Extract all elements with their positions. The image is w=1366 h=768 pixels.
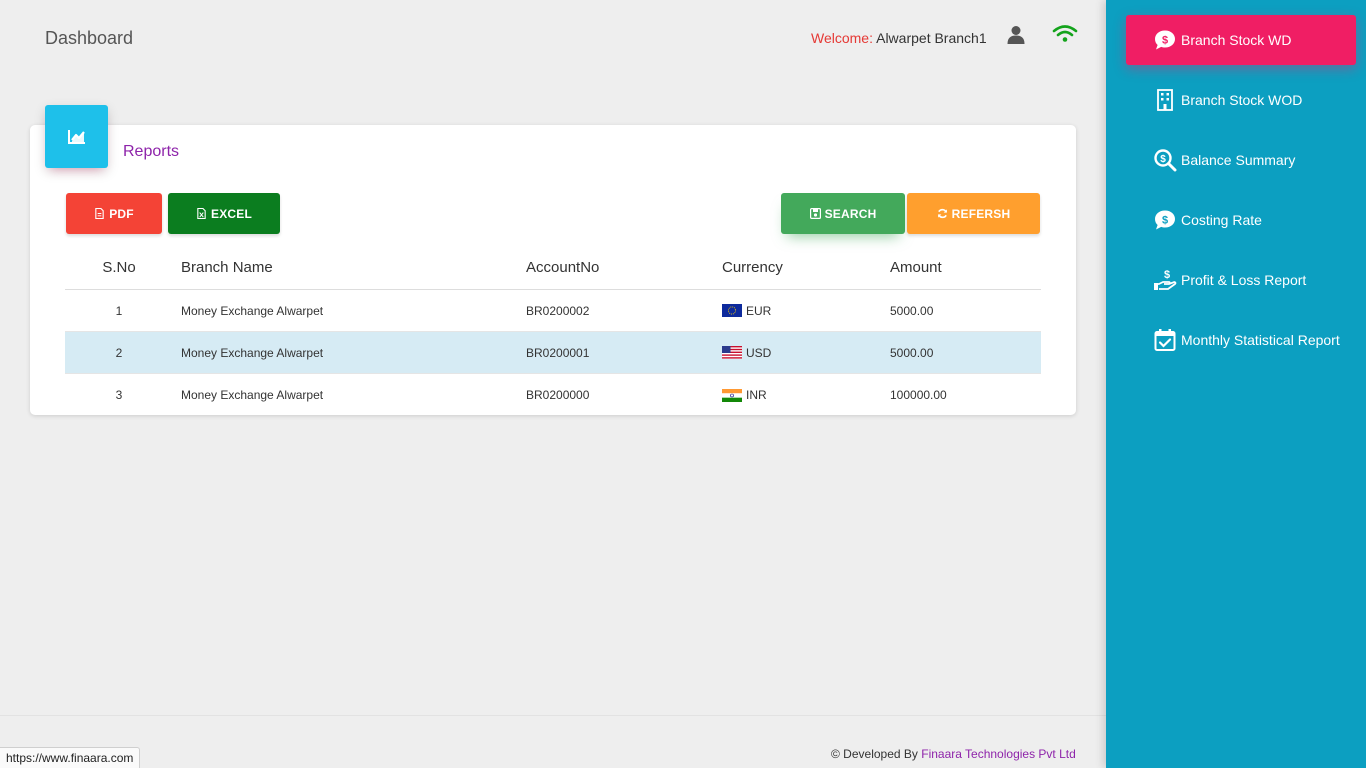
refresh-button-label: REFERSH — [951, 206, 1011, 221]
wifi-icon[interactable] — [1052, 24, 1078, 44]
sidebar-item-label: Balance Summary — [1181, 152, 1296, 168]
header-sno[interactable]: S.No — [65, 246, 173, 289]
cell-currency: EUR — [722, 290, 771, 331]
cell-branch-name: Money Exchange Alwarpet — [181, 345, 324, 360]
sidebar: $ Branch Stock WD Branch Stock WOD $ Bal… — [1106, 0, 1366, 768]
search-dollar-icon: $ — [1153, 148, 1177, 172]
svg-text:$: $ — [1160, 154, 1166, 165]
main-area: Dashboard Welcome: Alwarpet Branch1 Repo… — [0, 0, 1106, 768]
excel-button-label: EXCEL — [210, 206, 252, 221]
building-icon — [1153, 88, 1177, 112]
header-branch-name[interactable]: Branch Name — [181, 246, 273, 289]
pdf-button-label: PDF — [109, 206, 134, 221]
dollar-chat-icon: $ — [1153, 208, 1177, 232]
cell-branch-name: Money Exchange Alwarpet — [181, 303, 324, 318]
cell-currency: USD — [722, 332, 771, 373]
top-navbar: Dashboard Welcome: Alwarpet Branch1 — [0, 0, 1106, 76]
cell-currency: INR — [722, 374, 767, 416]
footer-company-link[interactable]: Finaara Technologies Pvt Ltd — [921, 747, 1076, 761]
sidebar-item-label: Branch Stock WOD — [1181, 92, 1303, 108]
welcome-text: Welcome: Alwarpet Branch1 — [811, 30, 987, 46]
sidebar-item-balance-summary[interactable]: $ Balance Summary — [1126, 135, 1356, 185]
card-title: Reports — [123, 143, 180, 160]
svg-text:$: $ — [1162, 215, 1168, 227]
search-button-label: SEARCH — [824, 206, 877, 221]
sidebar-item-monthly-statistical-report[interactable]: Monthly Statistical Report — [1126, 315, 1356, 365]
save-icon — [809, 208, 821, 219]
file-pdf-icon — [95, 208, 104, 219]
excel-button[interactable]: EXCEL — [168, 193, 280, 234]
footer-credit: © Developed By Finaara Technologies Pvt … — [831, 747, 1076, 761]
cell-branch-name: Money Exchange Alwarpet — [181, 388, 324, 402]
footer-prefix: © Developed By — [831, 747, 918, 761]
cell-amount: 100000.00 — [890, 388, 947, 402]
header-currency[interactable]: Currency — [722, 246, 783, 289]
welcome-user: Alwarpet Branch1 — [876, 30, 987, 46]
sidebar-item-label: Profit & Loss Report — [1181, 272, 1307, 288]
reports-table: S.No Branch Name AccountNo Currency Amou… — [65, 246, 1041, 416]
sidebar-item-label: Costing Rate — [1181, 212, 1262, 228]
calendar-check-icon — [1153, 328, 1177, 352]
currency-code: USD — [746, 345, 772, 360]
sidebar-item-profit-loss-report[interactable]: $ Profit & Loss Report — [1126, 255, 1356, 305]
table-row[interactable]: 3 Money Exchange Alwarpet BR0200000 INR … — [65, 374, 1041, 416]
welcome-label: Welcome: — [811, 30, 873, 46]
chart-line-icon — [45, 105, 108, 168]
svg-text:$: $ — [1162, 35, 1168, 47]
file-excel-icon — [197, 208, 206, 219]
sidebar-item-label: Monthly Statistical Report — [1181, 332, 1340, 348]
user-icon[interactable] — [1006, 25, 1026, 45]
cell-sno: 3 — [115, 388, 123, 402]
eu-flag-icon — [722, 304, 742, 317]
in-flag-icon — [722, 388, 742, 402]
svg-text:$: $ — [1164, 269, 1170, 281]
browser-status-url: https://www.finaara.com — [0, 747, 141, 768]
cell-account-no: BR0200001 — [526, 345, 590, 360]
pdf-button[interactable]: PDF — [66, 193, 162, 234]
dollar-chat-icon: $ — [1153, 28, 1177, 52]
refresh-button[interactable]: REFERSH — [907, 193, 1040, 234]
currency-code: EUR — [746, 303, 772, 318]
sidebar-item-label: Branch Stock WD — [1181, 32, 1292, 48]
header-amount[interactable]: Amount — [890, 246, 942, 289]
hand-dollar-icon: $ — [1153, 268, 1177, 292]
table-row[interactable]: 2 Money Exchange Alwarpet BR0200001 USD … — [65, 332, 1041, 374]
table-row[interactable]: 1 Money Exchange Alwarpet BR0200002 EUR … — [65, 290, 1041, 332]
page-title[interactable]: Dashboard — [45, 28, 133, 49]
us-flag-icon — [722, 346, 742, 359]
cell-sno: 2 — [115, 345, 123, 360]
table-header: S.No Branch Name AccountNo Currency Amou… — [65, 246, 1041, 290]
refresh-icon — [937, 208, 947, 219]
cell-amount: 5000.00 — [890, 345, 934, 360]
footer-divider — [0, 715, 1106, 716]
header-account-no[interactable]: AccountNo — [526, 246, 599, 289]
sidebar-item-branch-stock-wd[interactable]: $ Branch Stock WD — [1126, 15, 1356, 65]
cell-account-no: BR0200000 — [526, 388, 590, 402]
sidebar-item-branch-stock-wod[interactable]: Branch Stock WOD — [1126, 75, 1356, 125]
sidebar-item-costing-rate[interactable]: $ Costing Rate — [1126, 195, 1356, 245]
cell-amount: 5000.00 — [890, 303, 934, 318]
cell-account-no: BR0200002 — [526, 303, 590, 318]
cell-sno: 1 — [115, 303, 123, 318]
search-button[interactable]: SEARCH — [781, 193, 905, 234]
currency-code: INR — [746, 388, 767, 402]
